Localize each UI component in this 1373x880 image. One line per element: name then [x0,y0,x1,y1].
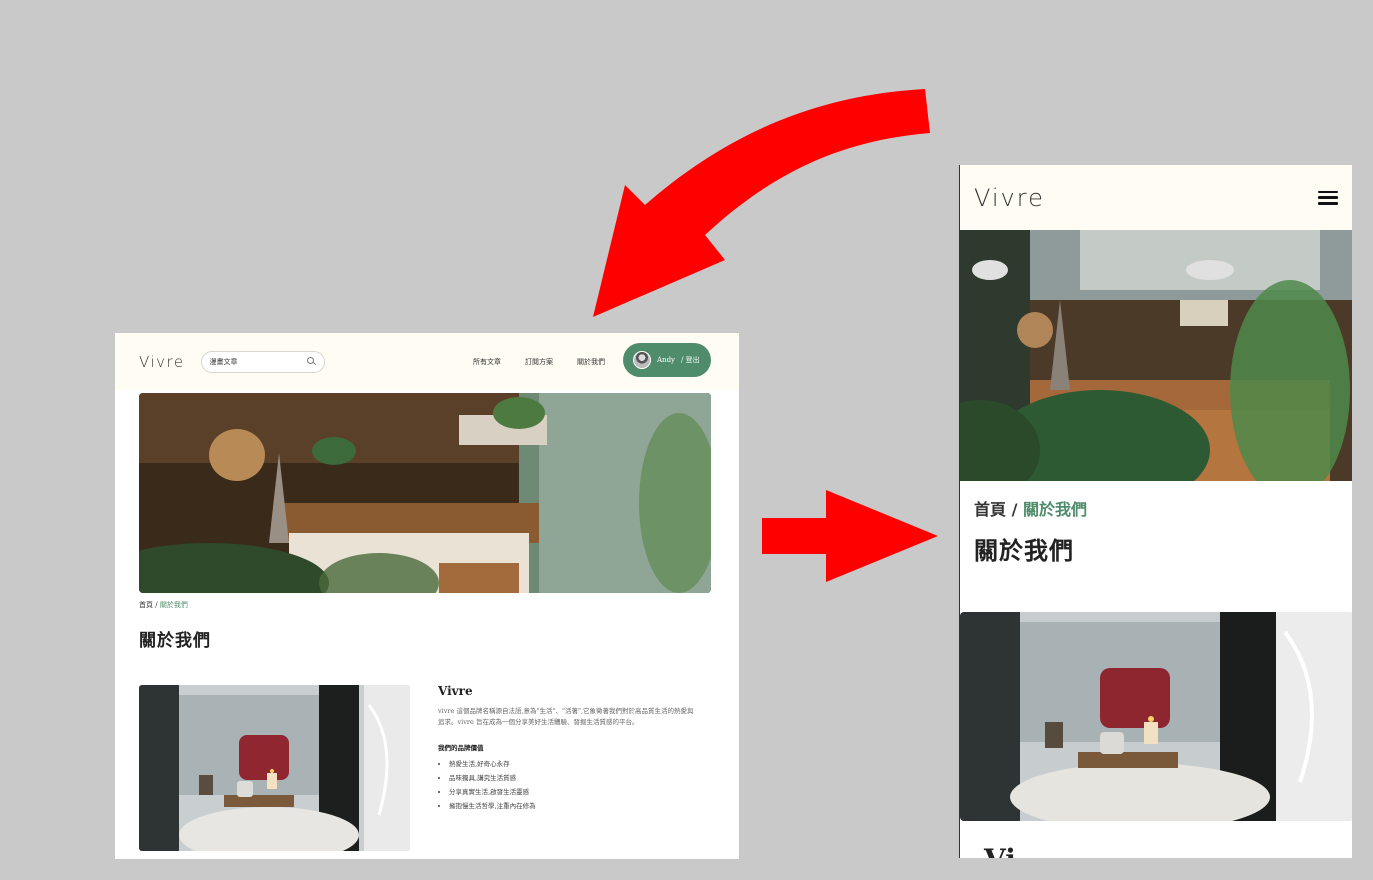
hamburger-menu-icon[interactable] [1318,190,1338,205]
nav-subscription[interactable]: 訂閱方案 [525,357,553,367]
curved-arrow-icon [593,89,930,317]
breadcrumb: 首頁 / 關於我們 [139,601,188,609]
about-image [139,685,410,851]
list-item: 品味獨具,講究生活質感 [449,772,700,786]
breadcrumb-current: 關於我們 [159,601,188,609]
main-nav: 所有文章 訂閱方案 關於我們 [473,333,605,390]
nav-about[interactable]: 關於我們 [577,357,605,367]
about-section: Vivre vivre 這個品牌名稱源自法語,意為"生活"、"活著",它象徵著我… [438,684,700,814]
about-heading-partial: Vi [984,843,1016,858]
header: Vivre 漫畫文章 所有文章 訂閱方案 關於我們 Andy / 登出 [115,333,739,390]
values-title: 我們的品牌價值 [438,744,484,753]
about-image [960,612,1352,821]
page-title: 關於我們 [974,536,1074,565]
logo[interactable]: Vivre [974,184,1045,212]
search-value: 漫畫文章 [209,357,238,366]
mobile-page: Vivre 首頁 / 關於我們 關於我們 [959,165,1352,858]
about-description: vivre 這個品牌名稱源自法語,意為"生活"、"活著",它象徵著我們對於高品質… [438,707,694,727]
right-arrow-icon [762,490,938,582]
user-menu-button[interactable]: Andy / 登出 [623,343,711,377]
nav-all-articles[interactable]: 所有文章 [473,357,501,367]
user-name: Andy [657,356,675,364]
page-title: 關於我們 [139,631,211,651]
desktop-page: Vivre 漫畫文章 所有文章 訂閱方案 關於我們 Andy / 登出 首頁 /… [115,333,739,859]
logout-link[interactable]: / 登出 [681,355,700,365]
list-item: 分享真實生活,啟發生活靈感 [449,786,700,800]
breadcrumb-home[interactable]: 首頁 [139,601,153,609]
about-heading: Vivre [438,684,473,698]
list-item: 擁抱慢生活哲學,注重內在修為 [449,800,700,814]
list-item: 熱愛生活,好奇心永存 [449,758,700,772]
avatar [633,351,651,369]
search-input[interactable]: 漫畫文章 [200,350,325,373]
breadcrumb: 首頁 / 關於我們 [974,500,1088,519]
search-icon[interactable] [306,357,316,366]
breadcrumb-home[interactable]: 首頁 [974,500,1006,519]
breadcrumb-current: 關於我們 [1023,500,1088,519]
hero-image [139,393,711,593]
values-list: 熱愛生活,好奇心永存 品味獨具,講究生活質感 分享真實生活,啟發生活靈感 擁抱慢… [438,758,700,814]
mobile-header: Vivre [960,165,1352,230]
logo[interactable]: Vivre [139,353,185,371]
hero-image [960,230,1352,481]
